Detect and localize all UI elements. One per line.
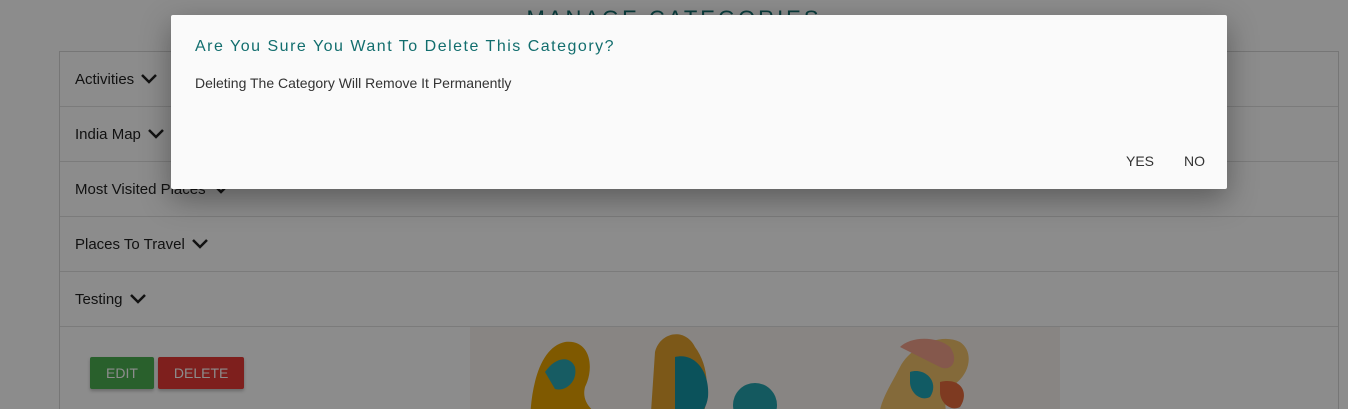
dialog-message: Deleting The Category Will Remove It Per…	[195, 75, 512, 91]
dialog-title: Are You Sure You Want To Delete This Cat…	[195, 38, 616, 55]
yes-button[interactable]: YES	[1114, 147, 1166, 175]
page: Manage Categories Activities India Map M…	[0, 0, 1348, 409]
delete-confirm-dialog: Are You Sure You Want To Delete This Cat…	[171, 15, 1227, 189]
dialog-actions: YES NO	[1114, 147, 1217, 175]
no-button[interactable]: NO	[1172, 147, 1217, 175]
